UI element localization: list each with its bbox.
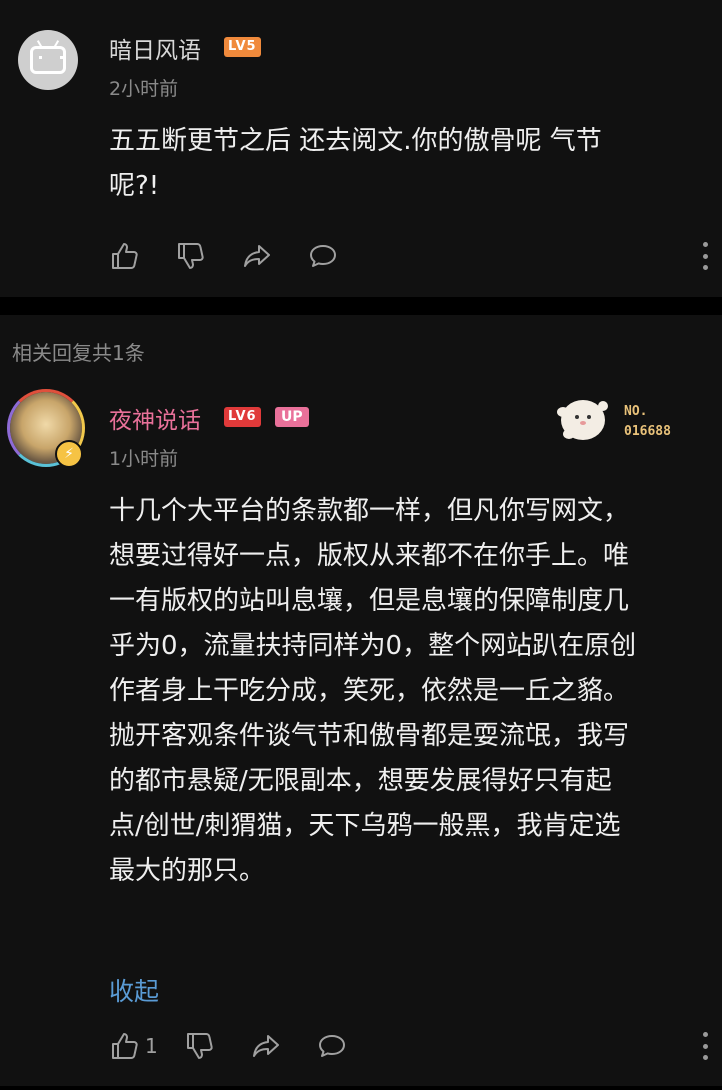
share-icon (244, 245, 270, 267)
comment-time: 1小时前 (109, 448, 179, 470)
bottom-divider (0, 1086, 722, 1090)
more-options-button[interactable] (702, 1032, 708, 1060)
fan-badge-number: NO. 016688 (624, 404, 671, 439)
up-badge: UP (275, 407, 309, 427)
username[interactable]: 夜神说话 (109, 401, 201, 435)
reply-button[interactable] (307, 240, 339, 272)
comment-content: 十几个大平台的条款都一样，但凡你写网文， 想要过得好一点，版权从来都不在你手上。… (109, 496, 637, 886)
comment-content: 五五断更节之后 还去阅文.你的傲骨呢 气节 呢?! (109, 126, 602, 201)
tv-icon (30, 46, 66, 74)
share-button[interactable] (250, 1030, 282, 1062)
reply-button[interactable] (316, 1030, 348, 1062)
like-count: 1 (145, 1034, 158, 1058)
comment-bubble-icon (310, 245, 336, 267)
share-button[interactable] (241, 240, 273, 272)
dislike-button[interactable] (184, 1030, 216, 1062)
thumbs-down-icon (186, 1033, 213, 1059)
lightning-icon: ⚡ (55, 440, 83, 468)
thumbs-up-icon (112, 1033, 138, 1059)
comment-time: 2小时前 (109, 78, 179, 100)
share-icon (252, 1035, 279, 1057)
user-avatar[interactable] (18, 30, 78, 90)
like-button[interactable] (109, 240, 141, 272)
thumbs-down-icon (178, 243, 204, 269)
related-replies-header: 相关回复共1条 (12, 341, 145, 365)
comment-bubble-icon (318, 1035, 345, 1057)
comment-actions (109, 239, 373, 273)
more-options-button[interactable] (702, 242, 708, 270)
level-badge: LV5 (224, 37, 261, 57)
dislike-button[interactable] (175, 240, 207, 272)
username[interactable]: 暗日风语 (109, 31, 201, 65)
fan-badge-icon (557, 400, 608, 440)
collapse-link[interactable]: 收起 (109, 972, 159, 1008)
comment-actions: 1 (109, 1029, 382, 1063)
section-divider (0, 297, 722, 315)
level-badge: LV6 (224, 407, 261, 427)
like-button[interactable]: 1 (109, 1030, 158, 1062)
thumbs-up-icon (112, 243, 138, 269)
